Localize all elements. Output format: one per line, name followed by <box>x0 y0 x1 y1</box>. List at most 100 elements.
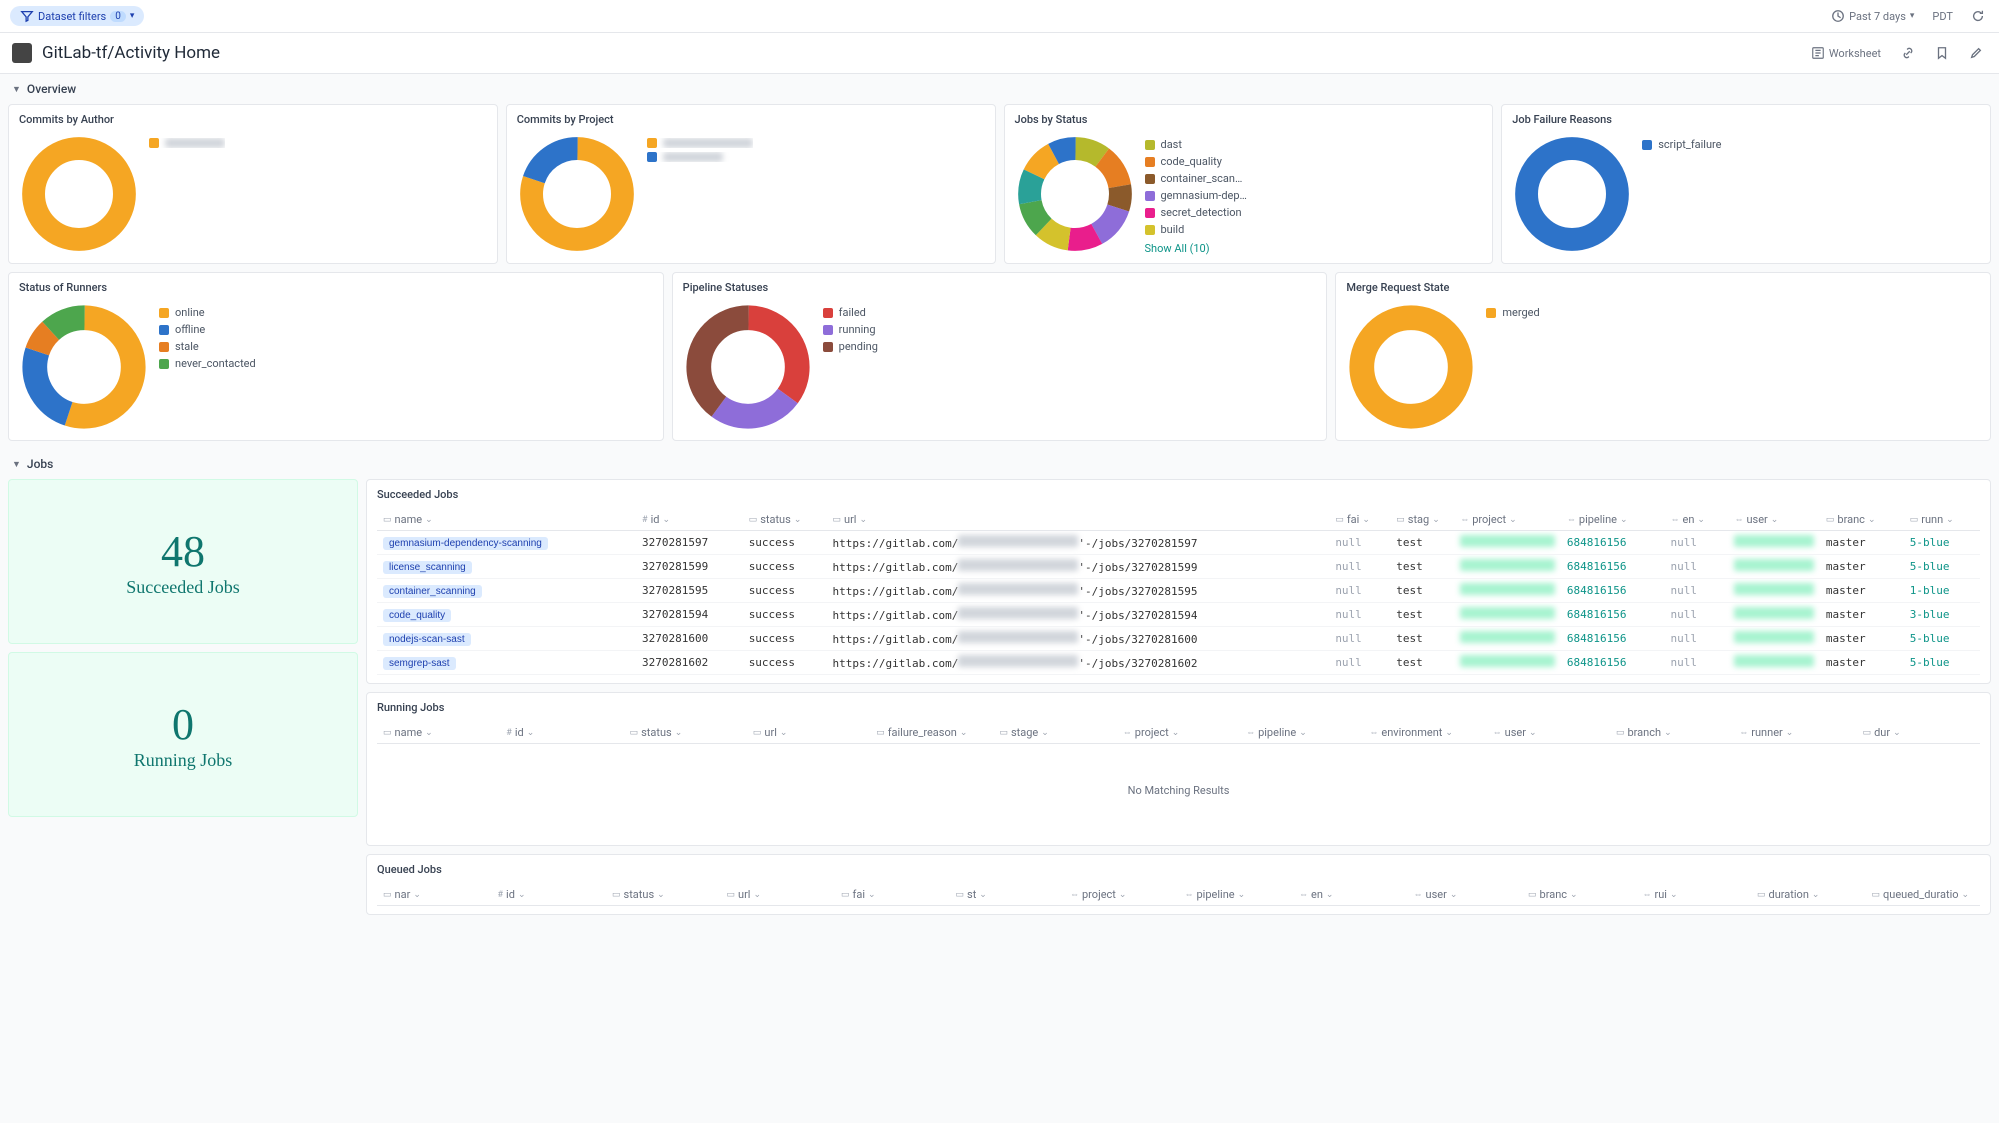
col-nar[interactable]: ▭nar ⌄ <box>377 884 492 906</box>
col-environment[interactable]: ⇔environment ⌄ <box>1363 722 1486 744</box>
edit-button[interactable] <box>1965 44 1987 62</box>
clock-icon <box>1831 9 1845 23</box>
col-id[interactable]: #id ⌄ <box>492 884 607 906</box>
card-commits-by-author[interactable]: Commits by Author <box>8 104 498 264</box>
legend-item[interactable] <box>149 138 225 148</box>
job-name-badge[interactable]: container_scanning <box>383 585 482 598</box>
legend-item[interactable]: offline <box>159 323 256 336</box>
refresh-button[interactable] <box>1967 7 1989 25</box>
col-user[interactable]: ⇔user ⌄ <box>1728 509 1819 531</box>
legend-item[interactable]: failed <box>823 306 878 319</box>
show-all-link[interactable]: Show All (10) <box>1145 242 1247 255</box>
col-status[interactable]: ▭status ⌄ <box>743 509 827 531</box>
col-id[interactable]: #id ⌄ <box>500 722 623 744</box>
legend-item[interactable]: gemnasium-dep… <box>1145 189 1247 202</box>
col-pipeline[interactable]: ⇔pipeline ⌄ <box>1179 884 1294 906</box>
col-runner[interactable]: ⇔runner ⌄ <box>1733 722 1856 744</box>
legend-item[interactable]: merged <box>1486 306 1539 319</box>
legend-item[interactable]: container_scan… <box>1145 172 1247 185</box>
col-pipeline[interactable]: ⇔pipeline ⌄ <box>1561 509 1665 531</box>
col-project[interactable]: ⇔project ⌄ <box>1117 722 1240 744</box>
table-row[interactable]: gemnasium-dependency-scanning3270281597s… <box>377 531 1980 555</box>
col-dur[interactable]: ▭dur ⌄ <box>1857 722 1980 744</box>
col-user[interactable]: ⇔user ⌄ <box>1487 722 1610 744</box>
table-row[interactable]: nodejs-scan-sast3270281600successhttps:/… <box>377 627 1980 651</box>
col-runn[interactable]: ▭runn ⌄ <box>1904 509 1980 531</box>
pipeline-link[interactable]: 684816156 <box>1567 632 1627 645</box>
col-url[interactable]: ▭url ⌄ <box>721 884 836 906</box>
col-stage[interactable]: ▭stage ⌄ <box>993 722 1116 744</box>
table-row[interactable]: semgrep-sast3270281602successhttps://git… <box>377 651 1980 675</box>
table-row[interactable]: code_quality3270281594successhttps://git… <box>377 603 1980 627</box>
metric-running[interactable]: 0 Running Jobs <box>8 652 358 817</box>
col-en[interactable]: ⇔en ⌄ <box>1293 884 1408 906</box>
card-runners[interactable]: Status of Runners online offline stale n… <box>8 272 664 441</box>
job-name-badge[interactable]: semgrep-sast <box>383 657 456 670</box>
job-name-badge[interactable]: license_scanning <box>383 561 472 574</box>
legend-item[interactable]: pending <box>823 340 878 353</box>
col-st[interactable]: ▭st ⌄ <box>950 884 1065 906</box>
col-pipeline[interactable]: ⇔pipeline ⌄ <box>1240 722 1363 744</box>
card-commits-by-project[interactable]: Commits by Project <box>506 104 996 264</box>
col-stag[interactable]: ▭stag ⌄ <box>1390 509 1454 531</box>
col-fai[interactable]: ▭fai ⌄ <box>1329 509 1390 531</box>
legend-item[interactable] <box>647 152 753 162</box>
col-project[interactable]: ⇔project ⌄ <box>1454 509 1561 531</box>
metric-succeeded[interactable]: 48 Succeeded Jobs <box>8 479 358 644</box>
legend-item[interactable]: online <box>159 306 256 319</box>
legend-item[interactable] <box>647 138 753 148</box>
col-failure_reason[interactable]: ▭failure_reason ⌄ <box>870 722 993 744</box>
overview-header[interactable]: ▼ Overview <box>0 74 1999 104</box>
col-status[interactable]: ▭status ⌄ <box>606 884 721 906</box>
legend-item[interactable]: build <box>1145 223 1247 236</box>
swatch <box>823 342 833 352</box>
table-row[interactable]: license_scanning3270281599successhttps:/… <box>377 555 1980 579</box>
worksheet-link[interactable]: Worksheet <box>1807 44 1885 62</box>
card-merge[interactable]: Merge Request State merged <box>1335 272 1991 441</box>
card-title: Merge Request State <box>1346 281 1980 294</box>
col-id[interactable]: #id ⌄ <box>636 509 743 531</box>
col-name[interactable]: ▭name ⌄ <box>377 509 636 531</box>
legend-item[interactable]: running <box>823 323 878 336</box>
card-jobs-by-status[interactable]: Jobs by Status dast code_quality contain… <box>1004 104 1494 264</box>
col-name[interactable]: ▭name ⌄ <box>377 722 500 744</box>
col-branc[interactable]: ▭branc ⌄ <box>1522 884 1637 906</box>
col-rui[interactable]: ⇔rui ⌄ <box>1637 884 1752 906</box>
col-duration[interactable]: ▭duration ⌄ <box>1751 884 1866 906</box>
col-branch[interactable]: ▭branch ⌄ <box>1610 722 1733 744</box>
col-status[interactable]: ▭status ⌄ <box>624 722 747 744</box>
dataset-filters-pill[interactable]: Dataset filters 0 ▾ <box>10 6 144 26</box>
col-queued_duratio[interactable]: ▭queued_duratio ⌄ <box>1866 884 1981 906</box>
pipeline-link[interactable]: 684816156 <box>1567 536 1627 549</box>
col-en[interactable]: ⇔en ⌄ <box>1665 509 1729 531</box>
legend-item[interactable]: code_quality <box>1145 155 1247 168</box>
timezone[interactable]: PDT <box>1928 8 1957 25</box>
legend-item[interactable]: never_contacted <box>159 357 256 370</box>
job-name-badge[interactable]: gemnasium-dependency-scanning <box>383 537 548 550</box>
pipeline-link[interactable]: 684816156 <box>1567 584 1627 597</box>
table-row[interactable]: container_scanning3270281595successhttps… <box>377 579 1980 603</box>
succeeded-jobs-table: Succeeded Jobs ▭name ⌄#id ⌄▭status ⌄▭url… <box>366 479 1991 684</box>
jobs-header[interactable]: ▼ Jobs <box>0 449 1999 479</box>
col-fai[interactable]: ▭fai ⌄ <box>835 884 950 906</box>
col-branc[interactable]: ▭branc ⌄ <box>1820 509 1904 531</box>
job-name-badge[interactable]: nodejs-scan-sast <box>383 633 471 646</box>
legend-item[interactable]: script_failure <box>1642 138 1721 151</box>
job-name-badge[interactable]: code_quality <box>383 609 451 622</box>
timerange-picker[interactable]: Past 7 days ▾ <box>1827 7 1918 25</box>
pipeline-link[interactable]: 684816156 <box>1567 608 1627 621</box>
bookmark-button[interactable] <box>1931 44 1953 62</box>
col-url[interactable]: ▭url ⌄ <box>747 722 870 744</box>
pipeline-link[interactable]: 684816156 <box>1567 656 1627 669</box>
legend-item[interactable]: stale <box>159 340 256 353</box>
col-user[interactable]: ⇔user ⌄ <box>1408 884 1523 906</box>
legend-item[interactable]: dast <box>1145 138 1247 151</box>
col-url[interactable]: ▭url ⌄ <box>826 509 1329 531</box>
pipeline-link[interactable]: 684816156 <box>1567 560 1627 573</box>
card-pipeline[interactable]: Pipeline Statuses failed running pending <box>672 272 1328 441</box>
col-project[interactable]: ⇔project ⌄ <box>1064 884 1179 906</box>
card-title: Commits by Project <box>517 113 985 126</box>
legend-item[interactable]: secret_detection <box>1145 206 1247 219</box>
link-button[interactable] <box>1897 44 1919 62</box>
card-job-failure[interactable]: Job Failure Reasons script_failure <box>1501 104 1991 264</box>
